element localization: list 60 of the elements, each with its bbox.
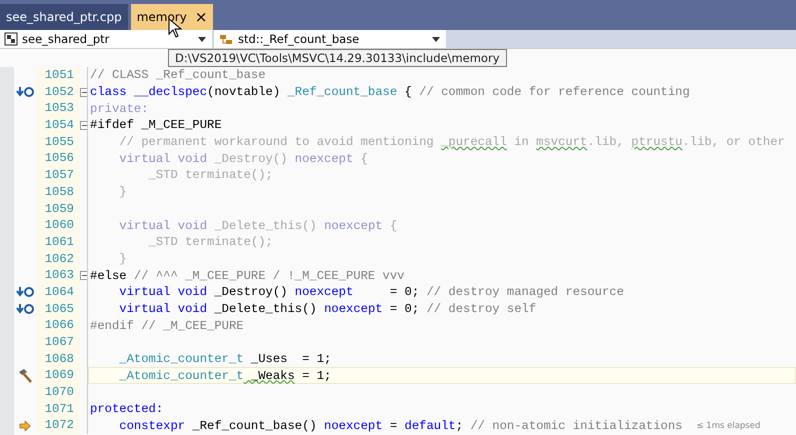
file-path-tooltip: D:\VS2019\VC\Tools\MSVC\14.29.30133\include\memory: [168, 49, 507, 67]
code-line: protected:: [90, 402, 164, 416]
line-number: 1069: [36, 367, 80, 384]
code-line: class __declspec(novtable) _Ref_count_base { // common code for reference counting: [90, 85, 690, 100]
project-icon: [4, 32, 18, 46]
code-line: #endif // _M_CEE_PURE: [90, 318, 244, 333]
line-number: 1054: [36, 117, 80, 134]
code-line: #ifdef _M_CEE_PURE: [90, 118, 222, 132]
line-number: 1057: [36, 167, 80, 184]
code-line: virtual void _Delete_this() noexcept {: [118, 218, 398, 233]
line-number: 1067: [36, 334, 80, 351]
line-number: 1064: [36, 284, 80, 301]
line-number: 1055: [36, 134, 80, 150]
code-line: _STD terminate();: [148, 235, 273, 250]
code-line: _Atomic_counter_t _Uses = 1;: [118, 352, 332, 366]
class-icon: [218, 32, 234, 46]
code-line: // CLASS _Ref_count_base: [90, 68, 266, 82]
code-line: private:: [90, 102, 149, 116]
code-line: _STD terminate();: [148, 168, 273, 182]
line-number: 1053: [36, 100, 80, 118]
arrow-icon: [19, 420, 31, 431]
line-number: 1065: [36, 300, 80, 318]
file-tab[interactable]: memory ×: [130, 4, 214, 30]
collapse-icon[interactable]: [80, 120, 87, 130]
line-number: 1070: [36, 384, 80, 401]
override-icon: [16, 286, 34, 298]
override-icon: [16, 86, 34, 98]
line-number: 1068: [36, 350, 80, 368]
line-number: 1066: [36, 317, 80, 334]
caret-icon: [432, 36, 440, 42]
line-number: 1062: [36, 250, 80, 268]
line-number: 1051: [36, 67, 80, 84]
line-number: 1056: [36, 150, 80, 168]
elapsed-note: ≤ 1ms elapsed: [696, 420, 760, 431]
collapse-icon[interactable]: [80, 88, 87, 97]
code-line: virtual void _Delete_this() noexcept = 0; // destroy self: [118, 302, 536, 316]
code-line: }: [118, 185, 127, 200]
code-line: // permanent workaround to avoid mentioning _purecall in msvcurt.lib, ptrustu.lib, or other: [118, 135, 785, 150]
override-icon: [16, 302, 34, 315]
line-number: 1059: [36, 200, 80, 218]
scope-dropdown[interactable]: std::_Ref_count_base: [214, 30, 446, 48]
code-line: virtual void _Destroy() noexcept {: [118, 152, 368, 166]
code-line: #else // ^^^ _M_CEE_PURE / !_M_CEE_PURE vvv: [90, 268, 404, 283]
code-line: virtual void _Destroy() noexcept = 0; // destroy managed resource: [118, 285, 624, 300]
caret-icon: [198, 36, 206, 42]
code-line: }: [118, 252, 127, 266]
line-number: 1063: [36, 267, 80, 284]
code-line: constexpr _Ref_count_base() noexcept = default; // non-atomic initializations: [118, 418, 682, 433]
project-dropdown[interactable]: see_shared_ptr: [0, 30, 212, 48]
code-line: _Atomic_counter_t _Weaks = 1;: [118, 368, 332, 383]
file-tab[interactable]: see_shared_ptr.cpp: [0, 4, 128, 30]
line-number: 1058: [36, 184, 80, 200]
close-icon[interactable]: ×: [194, 8, 208, 26]
line-number: 1061: [36, 234, 80, 251]
hammer-icon: [17, 368, 33, 384]
line-number: 1071: [36, 400, 80, 418]
line-number: 1072: [36, 417, 80, 434]
collapse-icon[interactable]: [80, 271, 87, 280]
line-number: 1060: [36, 217, 80, 234]
line-number: 1052: [36, 84, 80, 100]
